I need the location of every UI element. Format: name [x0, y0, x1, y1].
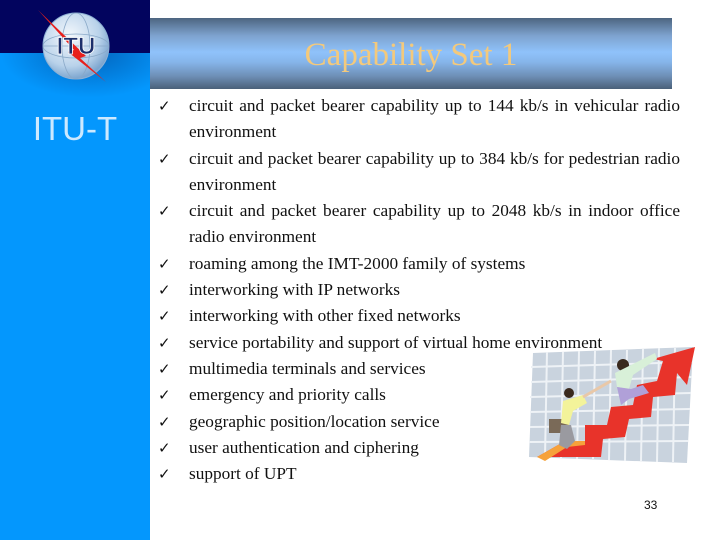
bullet-text: user authentication and ciphering	[189, 437, 419, 457]
list-item: ✓ interworking with IP networks	[158, 277, 680, 303]
checkmark-icon: ✓	[158, 465, 171, 484]
bullet-text: circuit and packet bearer capability up …	[189, 148, 680, 194]
checkmark-icon: ✓	[158, 438, 171, 457]
list-item: ✓ support of UPT	[158, 461, 680, 487]
checkmark-icon: ✓	[158, 202, 171, 221]
bullet-text: roaming among the IMT-2000 family of sys…	[189, 253, 526, 273]
checkmark-icon: ✓	[158, 97, 171, 115]
bullet-text: interworking with IP networks	[189, 280, 401, 300]
checkmark-icon: ✓	[158, 281, 171, 300]
sidebar-label: ITU-T	[32, 110, 118, 147]
bullet-text: multimedia terminals and services	[189, 358, 426, 378]
bullet-text: geographic position/location service	[189, 411, 440, 431]
checkmark-icon: ✓	[158, 359, 171, 378]
bullet-text: interworking with other fixed networks	[189, 306, 461, 326]
checkmark-icon: ✓	[158, 333, 171, 352]
checkmark-icon: ✓	[158, 254, 171, 273]
checkmark-icon: ✓	[158, 386, 171, 405]
bullet-text: emergency and priority calls	[189, 385, 386, 405]
list-item: ✓ circuit and packet bearer capability up…	[158, 93, 680, 146]
itu-globe-logo-icon: ITU	[38, 10, 110, 82]
slide-title: Capability Set 1	[304, 37, 518, 73]
page-number: 33	[644, 498, 658, 512]
list-item: ✓ circuit and packet bearer capability up…	[158, 198, 680, 251]
svg-text:ITU: ITU	[57, 33, 96, 60]
business-growth-clipart-icon	[528, 347, 695, 463]
title-bar: Capability Set 1	[150, 18, 672, 89]
checkmark-icon: ✓	[158, 412, 171, 431]
bullet-text: support of UPT	[189, 464, 297, 484]
bullet-text: circuit and packet bearer capability up …	[189, 201, 680, 247]
checkmark-icon: ✓	[158, 149, 171, 168]
list-item: ✓ circuit and packet bearer capability up…	[158, 146, 680, 199]
bullet-text: circuit and packet bearer capability up …	[189, 96, 680, 142]
list-item: ✓ roaming among the IMT-2000 family of sy…	[158, 251, 680, 277]
checkmark-icon: ✓	[158, 307, 171, 326]
list-item: ✓ interworking with other fixed networks	[158, 303, 680, 329]
